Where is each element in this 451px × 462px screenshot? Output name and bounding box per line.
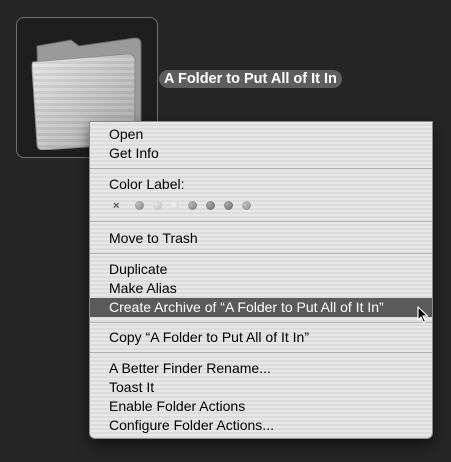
color-label-dot-7[interactable] [242,201,251,210]
menu-separator [90,221,432,222]
menu-item-enable-folder-actions[interactable]: Enable Folder Actions [90,397,432,416]
menu-item-duplicate[interactable]: Duplicate [90,260,432,279]
menu-item-better-finder-rename[interactable]: A Better Finder Rename... [90,359,432,378]
menu-separator [90,168,432,169]
color-label-none-icon[interactable]: × [113,201,119,212]
menu-item-color-label: Color Label: [109,176,185,192]
menu-item-toast-it[interactable]: Toast It [90,378,432,397]
mouse-pointer-icon [417,306,429,324]
menu-item-open[interactable]: Open [90,125,432,144]
color-label-dot-5[interactable] [206,201,215,210]
color-label-dot-6[interactable] [224,201,233,210]
context-menu: Open Get Info Color Label: × Move to Tra… [89,121,433,439]
color-label-dot-4[interactable] [188,201,197,210]
menu-item-make-alias[interactable]: Make Alias [90,279,432,298]
menu-item-configure-folder-actions[interactable]: Configure Folder Actions... [90,416,432,435]
color-label-dot-2[interactable] [153,201,162,210]
menu-item-get-info[interactable]: Get Info [90,144,432,163]
menu-separator [90,352,432,353]
menu-item-move-to-trash[interactable]: Move to Trash [90,229,432,248]
color-label-dot-3[interactable] [170,201,179,210]
menu-item-create-archive[interactable]: Create Archive of “A Folder to Put All o… [90,298,432,317]
menu-item-copy[interactable]: Copy “A Folder to Put All of It In” [90,328,432,347]
menu-separator [90,322,432,323]
color-label-dot-1[interactable] [135,201,144,210]
folder-name-label[interactable]: A Folder to Put All of It In [159,70,354,89]
folder-name-text: A Folder to Put All of It In [159,70,342,88]
menu-separator [90,253,432,254]
